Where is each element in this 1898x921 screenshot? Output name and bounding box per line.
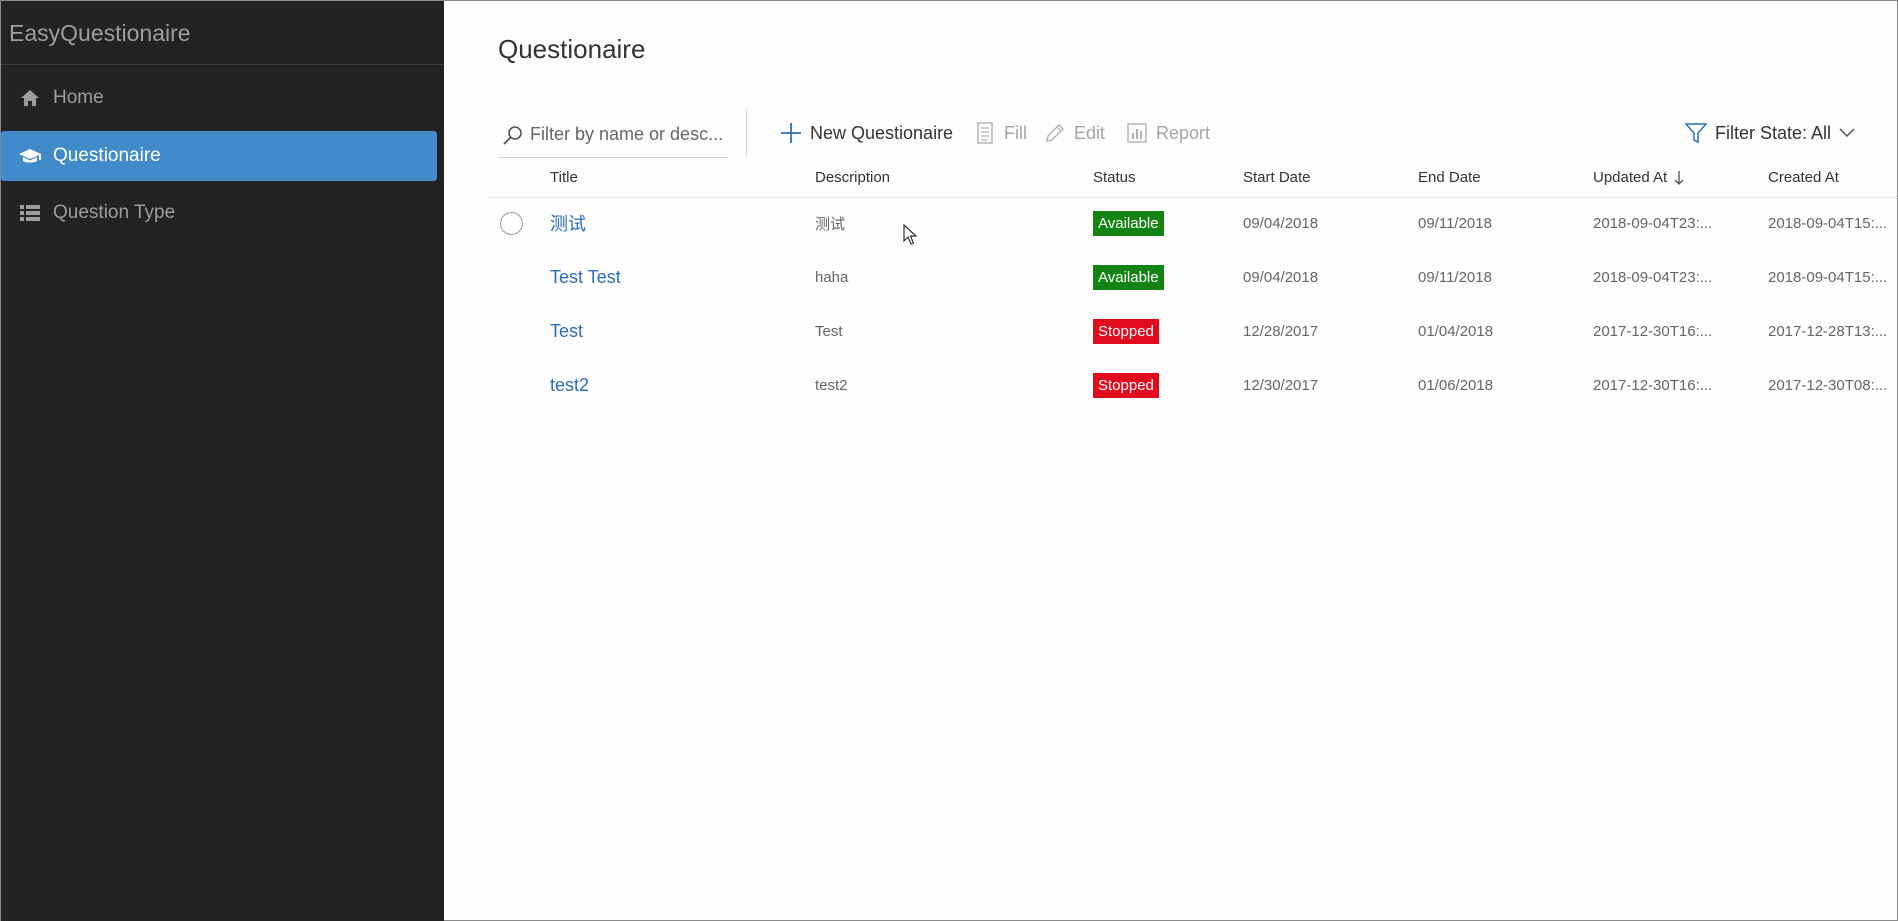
main-content: Questionaire New Questionaire Fill Edit … (444, 1, 1898, 920)
column-header-created-at[interactable]: Created At (1768, 169, 1839, 186)
row-end-date: 01/04/2018 (1418, 322, 1494, 340)
column-header-status[interactable]: Status (1093, 169, 1136, 186)
filter-icon (1684, 122, 1709, 144)
row-updated-at: 2018-09-04T23:... (1593, 214, 1713, 232)
row-end-date: 09/11/2018 (1418, 214, 1492, 232)
table-row[interactable]: test2 test2 Stopped 12/30/2017 01/06/201… (488, 358, 1898, 412)
home-icon (17, 87, 43, 109)
edit-button[interactable]: Edit (1042, 119, 1105, 147)
row-title-link[interactable]: test2 (550, 358, 589, 412)
column-header-start-date[interactable]: Start Date (1243, 169, 1311, 186)
sidebar-item-label: Question Type (53, 202, 176, 223)
row-created-at: 2018-09-04T15:... (1768, 214, 1888, 232)
sidebar-item-questionaire[interactable]: Questionaire (1, 131, 437, 181)
column-header-end-date[interactable]: End Date (1418, 169, 1481, 186)
report-icon (1124, 120, 1150, 146)
table-row[interactable]: Test Test Stopped 12/28/2017 01/04/2018 … (488, 304, 1898, 358)
table-row[interactable]: Test Test haha Available 09/04/2018 09/1… (488, 250, 1898, 304)
status-badge: Available (1093, 210, 1164, 236)
row-created-at: 2017-12-28T13:... (1768, 322, 1888, 340)
report-label: Report (1156, 122, 1211, 143)
row-description: 测试 (815, 215, 846, 233)
sidebar-item-label: Home (53, 87, 104, 108)
row-start-date: 09/04/2018 (1243, 214, 1319, 232)
row-created-at: 2017-12-30T08:... (1768, 376, 1888, 394)
column-header-updated-at[interactable]: Updated At (1593, 169, 1684, 186)
plus-icon (778, 120, 804, 146)
mouse-pointer-icon (903, 223, 918, 251)
row-start-date: 09/04/2018 (1243, 268, 1319, 286)
column-header-title[interactable]: Title (550, 169, 578, 186)
row-description: haha (815, 268, 849, 286)
column-header-description[interactable]: Description (815, 169, 890, 186)
status-badge: Available (1093, 264, 1164, 290)
sidebar-item-label: Questionaire (53, 145, 161, 166)
list-icon (17, 202, 43, 224)
fill-button[interactable]: Fill (972, 119, 1027, 147)
row-description: test2 (815, 376, 848, 394)
search-icon (502, 124, 530, 146)
row-start-date: 12/28/2017 (1243, 322, 1319, 340)
row-title-link[interactable]: Test (550, 304, 583, 358)
status-badge: Stopped (1093, 372, 1159, 398)
fill-label: Fill (1004, 122, 1027, 143)
status-badge: Stopped (1093, 318, 1159, 344)
command-bar-divider (746, 109, 747, 157)
row-updated-at: 2017-12-30T16:... (1593, 322, 1713, 340)
row-title-link[interactable]: Test Test (550, 250, 621, 304)
row-end-date: 09/11/2018 (1418, 268, 1492, 286)
search-box[interactable] (498, 112, 728, 158)
edit-label: Edit (1074, 122, 1106, 143)
sort-down-arrow-icon (1674, 170, 1684, 186)
row-description: Test (815, 322, 843, 340)
column-header-label: Updated At (1593, 169, 1668, 186)
sidebar-item-home[interactable]: Home (1, 73, 437, 123)
sidebar-item-question-type[interactable]: Question Type (1, 188, 437, 238)
row-title-link[interactable]: 测试 (550, 196, 586, 250)
sidebar: EasyQuestionaire Home Questionaire Quest… (1, 1, 444, 921)
table-header: Title Description Status Start Date End … (488, 161, 1898, 198)
table-row[interactable]: 测试 测试 Available 09/04/2018 09/11/2018 20… (488, 196, 1898, 250)
row-created-at: 2018-09-04T15:... (1768, 268, 1888, 286)
search-input[interactable] (530, 124, 725, 145)
new-questionaire-button[interactable]: New Questionaire (778, 119, 953, 147)
filter-state-label: Filter State: All (1714, 122, 1831, 143)
filter-state-dropdown[interactable]: Filter State: All (1684, 119, 1855, 147)
brand-title[interactable]: EasyQuestionaire (1, 1, 444, 65)
graduation-cap-icon (17, 145, 43, 167)
form-icon (972, 120, 998, 146)
row-start-date: 12/30/2017 (1243, 376, 1319, 394)
pencil-icon (1042, 120, 1068, 146)
row-end-date: 01/06/2018 (1418, 376, 1494, 394)
row-updated-at: 2017-12-30T16:... (1593, 376, 1713, 394)
row-updated-at: 2018-09-04T23:... (1593, 268, 1713, 286)
report-button[interactable]: Report (1124, 119, 1210, 147)
page-title: Questionaire (498, 34, 646, 64)
new-questionaire-label: New Questionaire (810, 122, 954, 143)
chevron-down-icon (1839, 128, 1855, 138)
row-select-radio[interactable] (500, 212, 523, 235)
